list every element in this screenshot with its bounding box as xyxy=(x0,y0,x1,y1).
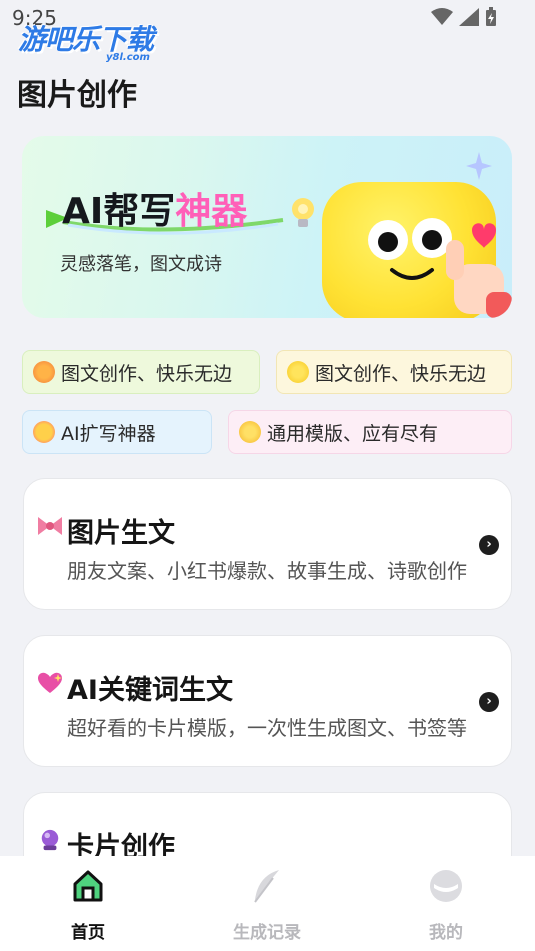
chip-label: 图文创作、快乐无边 xyxy=(61,362,233,385)
sparkling-heart-icon xyxy=(38,672,62,693)
bottom-tab-bar: 首页 生成记录 我的 xyxy=(0,856,535,951)
signal-icon xyxy=(459,8,479,26)
tab-records[interactable]: 生成记录 xyxy=(207,868,327,943)
tab-home[interactable]: 首页 xyxy=(28,868,148,943)
battery-icon xyxy=(486,7,496,26)
watermark-domain: y8l.com xyxy=(106,52,150,63)
thumbs-up-icon xyxy=(446,240,512,318)
card-description: 超好看的卡片模版，一次性生成图文、书签等 xyxy=(67,716,467,740)
dizzy-icon xyxy=(239,421,261,443)
wifi-icon xyxy=(431,8,453,25)
tab-label: 首页 xyxy=(71,923,105,943)
smiling-face-with-hearts-icon xyxy=(33,421,55,443)
chip-feature[interactable]: 图文创作、快乐无边 xyxy=(276,350,512,394)
feather-icon xyxy=(254,870,279,903)
card-title: 图片生文 xyxy=(67,518,175,549)
sparkles-icon xyxy=(287,361,309,383)
feature-card-image-to-text[interactable]: 图片生文 朋友文案、小红书爆款、故事生成、诗歌创作 › xyxy=(23,478,512,610)
status-icons xyxy=(431,7,497,27)
tab-label: 我的 xyxy=(429,923,463,943)
cocktail-icon xyxy=(33,361,55,383)
promo-banner[interactable]: AI帮写神器 灵感落笔，图文成诗 xyxy=(22,136,512,318)
banner-title: AI帮写神器 xyxy=(62,182,247,234)
tab-mine[interactable]: 我的 xyxy=(386,868,506,943)
banner-subtitle: 灵感落笔，图文成诗 xyxy=(60,254,222,275)
chip-label: AI扩写神器 xyxy=(61,422,156,445)
chevron-right-icon[interactable]: › xyxy=(479,535,499,555)
card-description: 朋友文案、小红书爆款、故事生成、诗歌创作 xyxy=(67,559,467,583)
chip-label: 图文创作、快乐无边 xyxy=(315,362,487,385)
sparkle-icon xyxy=(466,152,492,180)
crystal-ball-icon xyxy=(41,829,59,851)
tab-label: 生成记录 xyxy=(233,923,301,943)
chevron-right-icon[interactable]: › xyxy=(479,692,499,712)
chip-feature[interactable]: 通用模版、应有尽有 xyxy=(228,410,512,454)
lightbulb-icon xyxy=(292,198,314,227)
profile-face-icon xyxy=(430,870,462,902)
chip-feature[interactable]: 图文创作、快乐无边 xyxy=(22,350,260,394)
chip-label: 通用模版、应有尽有 xyxy=(267,422,439,445)
banner-title-accent: 神器 xyxy=(175,191,248,232)
watermark-logo: 游吧乐下载 y8l.com xyxy=(18,18,188,66)
ribbon-icon xyxy=(38,517,62,535)
banner-title-main: AI帮写 xyxy=(62,191,176,232)
home-icon xyxy=(73,870,103,902)
feature-card-ai-keyword[interactable]: AI关键词生文 超好看的卡片模版，一次性生成图文、书签等 › xyxy=(23,635,512,767)
card-title: AI关键词生文 xyxy=(67,675,233,706)
page-title: 图片创作 xyxy=(17,78,137,113)
chip-feature[interactable]: AI扩写神器 xyxy=(22,410,212,454)
